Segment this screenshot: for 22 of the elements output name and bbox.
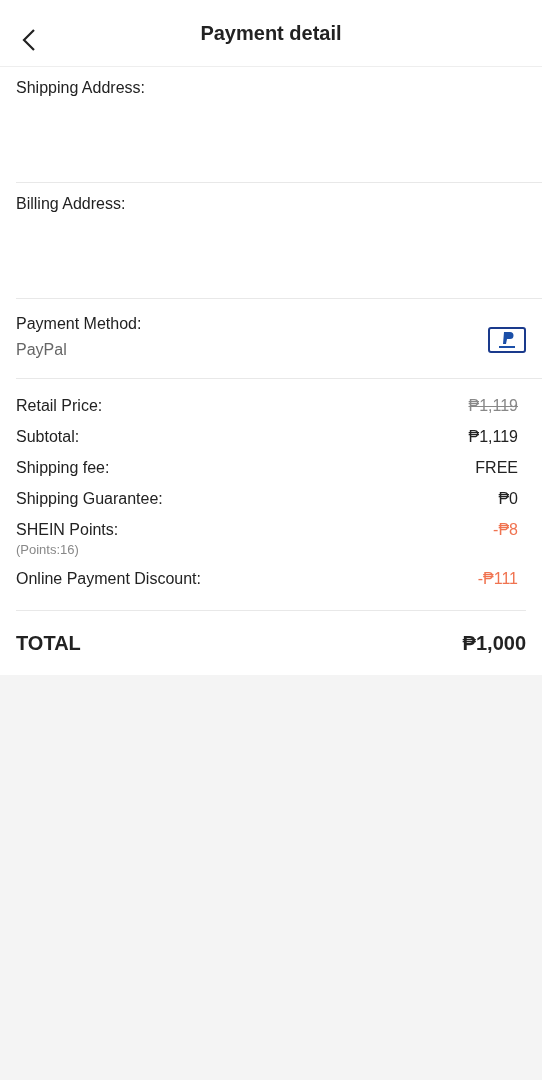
billing-address-label: Billing Address: xyxy=(16,195,126,212)
price-value: ₱1,119 xyxy=(468,397,518,415)
page-title: Payment detail xyxy=(200,21,342,45)
price-label: Retail Price: xyxy=(16,397,103,415)
price-label: Online Payment Discount: xyxy=(16,570,201,588)
price-value: ₱1,119 xyxy=(468,428,518,446)
price-value: FREE xyxy=(475,459,518,477)
payment-card-icon xyxy=(488,327,526,353)
back-icon[interactable] xyxy=(22,28,36,52)
price-value: -₱111 xyxy=(477,570,518,588)
payment-method-value: PayPal xyxy=(16,341,68,359)
points-note: (Points:16) xyxy=(16,542,80,557)
price-value: -₱8 xyxy=(493,521,518,539)
price-value: ₱0 xyxy=(498,490,518,508)
total-value: ₱1,000 xyxy=(462,631,526,655)
total-label: TOTAL xyxy=(16,631,81,655)
price-label: SHEIN Points: xyxy=(16,521,119,539)
price-label: Shipping fee: xyxy=(16,459,110,477)
shipping-address-label: Shipping Address: xyxy=(16,79,145,96)
price-label: Subtotal: xyxy=(16,428,80,446)
price-label: Shipping Guarantee: xyxy=(16,490,163,508)
payment-method-label: Payment Method: xyxy=(16,315,142,333)
